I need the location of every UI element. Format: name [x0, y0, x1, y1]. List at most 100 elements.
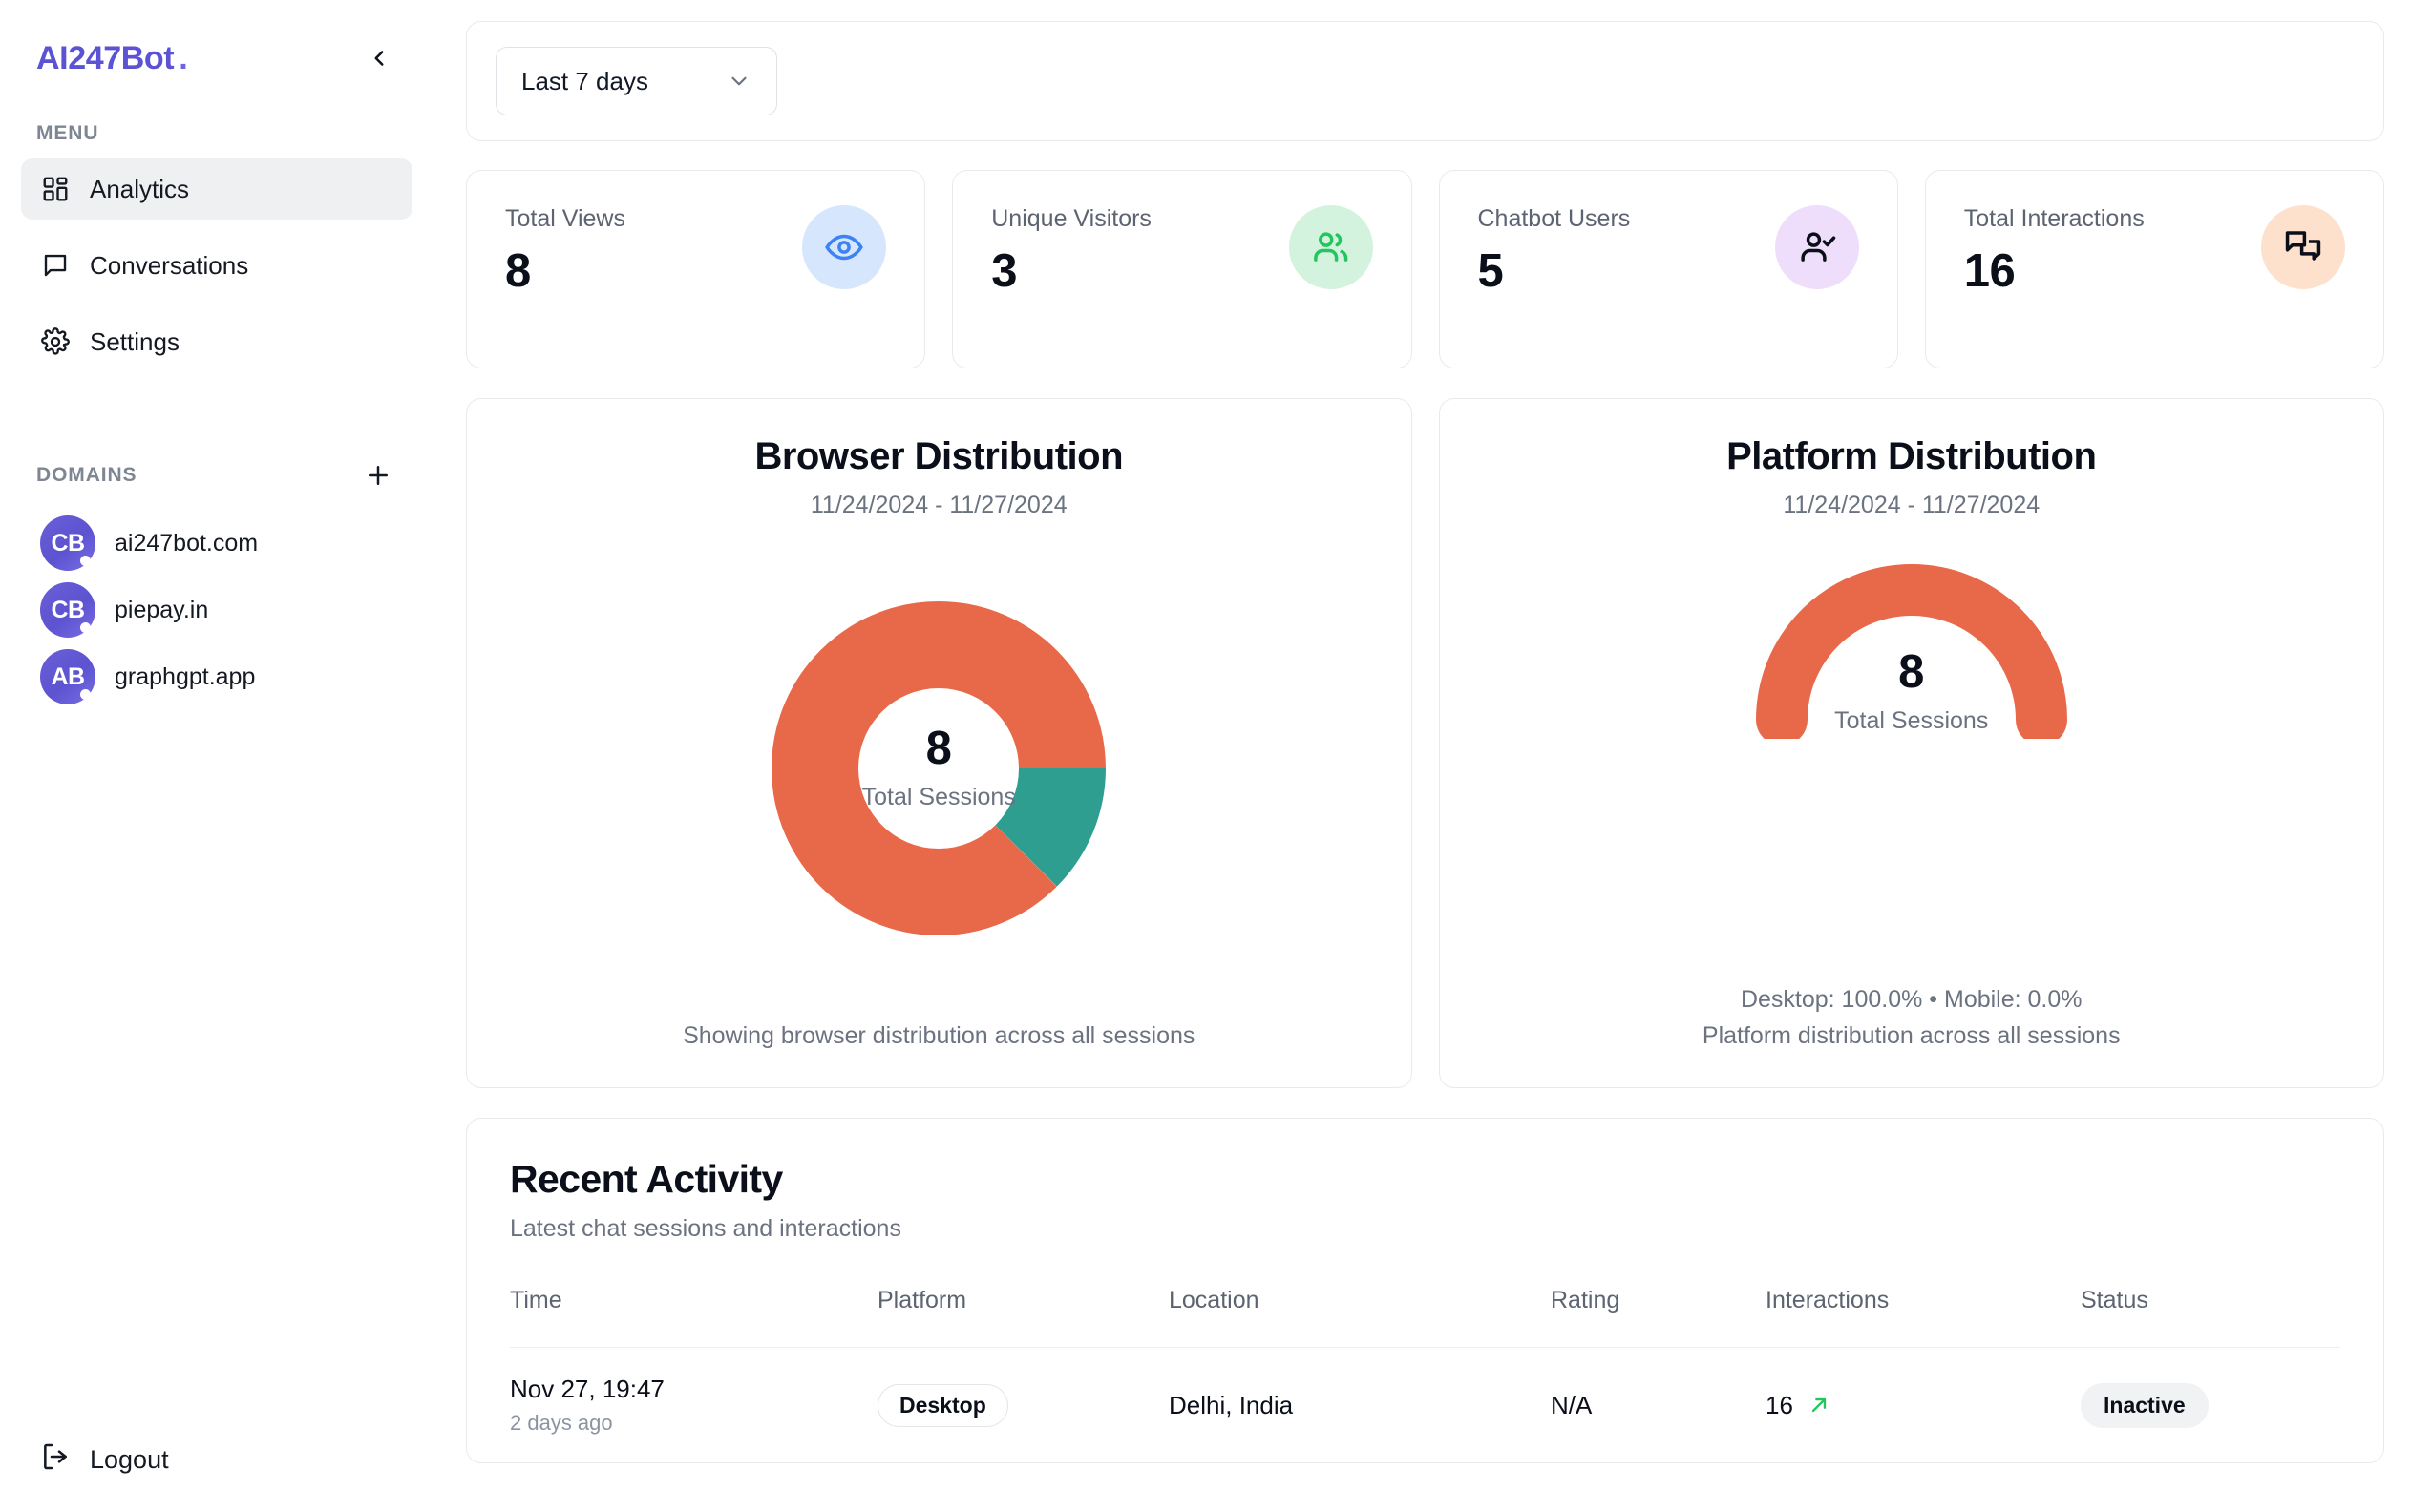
- brand-logo: AI247Bot .: [36, 40, 187, 77]
- donut-center-label: 8 Total Sessions: [772, 601, 1106, 935]
- platform-legend: Desktop: 100.0% • Mobile: 0.0%: [1703, 981, 2121, 1018]
- donut-chart: 8 Total Sessions: [496, 519, 1383, 1018]
- table-body: Nov 27, 19:47 2 days ago Desktop Delhi, …: [510, 1348, 2340, 1463]
- list-item[interactable]: CB piepay.in: [21, 577, 412, 643]
- donut-total-caption: Total Sessions: [862, 784, 1016, 811]
- gear-icon: [40, 326, 71, 357]
- stats-row: Total Views 8 Unique Visitors 3 Chat: [466, 170, 2384, 368]
- location-text: Delhi, India: [1169, 1391, 1293, 1419]
- avatar: AB: [40, 649, 95, 704]
- chevron-left-icon[interactable]: [361, 40, 397, 76]
- chart-date-range: 11/24/2024 - 11/27/2024: [1783, 492, 2040, 519]
- chart-title: Platform Distribution: [1726, 435, 2096, 478]
- list-item[interactable]: AB graphgpt.app: [21, 643, 412, 710]
- app-root: AI247Bot . MENU Analytics Conversations: [0, 0, 2411, 1512]
- charts-row: Browser Distribution 11/24/2024 - 11/27/…: [466, 398, 2384, 1088]
- cell-platform: Desktop: [878, 1348, 1169, 1463]
- sidebar-item-settings[interactable]: Settings: [21, 311, 412, 372]
- chart-date-range: 11/24/2024 - 11/27/2024: [811, 492, 1068, 519]
- plus-icon[interactable]: [359, 456, 397, 494]
- column-header-status: Status: [2081, 1287, 2340, 1348]
- chart-footer: Platform distribution across all session…: [1703, 1018, 2121, 1055]
- table-header-row: Time Platform Location Rating Interactio…: [510, 1287, 2340, 1348]
- eye-icon: [802, 205, 886, 289]
- stat-value: 8: [505, 248, 625, 295]
- gauge-chart: 8 Total Sessions: [1469, 519, 2356, 981]
- chevron-down-icon: [727, 69, 751, 94]
- avatar: CB: [40, 515, 95, 571]
- sidebar-nav: Analytics Conversations Settings: [0, 158, 434, 388]
- activity-subtitle: Latest chat sessions and interactions: [510, 1215, 2340, 1243]
- users-icon: [1289, 205, 1373, 289]
- donut-graphic: 8 Total Sessions: [772, 601, 1106, 935]
- gauge-total-caption: Total Sessions: [1834, 707, 1988, 735]
- menu-section-label: MENU: [0, 122, 434, 145]
- list-item[interactable]: CB ai247bot.com: [21, 510, 412, 577]
- date-range-value: Last 7 days: [521, 67, 648, 96]
- main-content: Last 7 days Total Views 8 Unique Visito: [434, 0, 2411, 1512]
- sidebar-item-label: Conversations: [90, 251, 248, 281]
- stat-label: Chatbot Users: [1478, 205, 1631, 233]
- arrow-up-right-icon: [1807, 1393, 1831, 1418]
- domain-list: CB ai247bot.com CB piepay.in AB graphgpt…: [0, 510, 434, 710]
- stat-label: Total Interactions: [1964, 205, 2145, 233]
- rating-text: N/A: [1551, 1391, 1592, 1419]
- grid-icon: [40, 174, 71, 204]
- gauge-center-label: 8 Total Sessions: [1749, 649, 2074, 735]
- browser-distribution-card: Browser Distribution 11/24/2024 - 11/27/…: [466, 398, 1412, 1088]
- status-badge: Inactive: [2081, 1383, 2209, 1428]
- platform-pill: Desktop: [878, 1384, 1008, 1427]
- sidebar-item-analytics[interactable]: Analytics: [21, 158, 412, 220]
- chat-bubbles-icon: [2261, 205, 2345, 289]
- session-time: Nov 27, 19:47: [510, 1375, 878, 1404]
- chart-title: Browser Distribution: [754, 435, 1123, 478]
- column-header-rating: Rating: [1551, 1287, 1766, 1348]
- cell-interactions: 16: [1766, 1348, 2081, 1463]
- chart-footer: Showing browser distribution across all …: [683, 1018, 1195, 1087]
- table-row[interactable]: Nov 27, 19:47 2 days ago Desktop Delhi, …: [510, 1348, 2340, 1463]
- column-header-interactions: Interactions: [1766, 1287, 2081, 1348]
- domains-section-label: DOMAINS: [36, 464, 137, 487]
- chat-bubble-icon: [40, 250, 71, 281]
- column-header-location: Location: [1169, 1287, 1551, 1348]
- stat-card-total-interactions: Total Interactions 16: [1925, 170, 2384, 368]
- gauge-graphic: 8 Total Sessions: [1749, 548, 2074, 739]
- domain-name: graphgpt.app: [115, 663, 255, 691]
- cell-time: Nov 27, 19:47 2 days ago: [510, 1348, 878, 1463]
- donut-total-value: 8: [926, 725, 952, 772]
- stat-value: 5: [1478, 248, 1631, 295]
- stat-card-chatbot-users: Chatbot Users 5: [1439, 170, 1898, 368]
- logout-icon: [40, 1441, 71, 1479]
- brand-dot: .: [179, 40, 187, 77]
- sidebar-item-conversations[interactable]: Conversations: [21, 235, 412, 296]
- recent-activity-card: Recent Activity Latest chat sessions and…: [466, 1118, 2384, 1463]
- domain-name: piepay.in: [115, 597, 208, 624]
- stat-card-total-views: Total Views 8: [466, 170, 925, 368]
- brand-name: AI247Bot: [36, 40, 174, 77]
- sidebar-header: AI247Bot .: [0, 0, 434, 88]
- session-time-ago: 2 days ago: [510, 1411, 878, 1436]
- avatar: CB: [40, 582, 95, 638]
- stat-value: 3: [991, 248, 1152, 295]
- platform-distribution-card: Platform Distribution 11/24/2024 - 11/27…: [1439, 398, 2385, 1088]
- domain-name: ai247bot.com: [115, 530, 258, 557]
- domains-section-header: DOMAINS: [0, 456, 434, 494]
- cell-location: Delhi, India: [1169, 1348, 1551, 1463]
- logout-button[interactable]: Logout: [21, 1430, 188, 1489]
- cell-status: Inactive: [2081, 1348, 2340, 1463]
- sidebar-item-label: Settings: [90, 327, 180, 357]
- date-range-select[interactable]: Last 7 days: [496, 47, 777, 116]
- interactions-count: 16: [1766, 1391, 1793, 1420]
- chart-footer-block: Desktop: 100.0% • Mobile: 0.0% Platform …: [1703, 981, 2121, 1088]
- stat-label: Unique Visitors: [991, 205, 1152, 233]
- interactions-group: 16: [1766, 1391, 2081, 1420]
- gauge-total-value: 8: [1898, 649, 1924, 696]
- sidebar-item-label: Analytics: [90, 175, 189, 204]
- cell-rating: N/A: [1551, 1348, 1766, 1463]
- user-check-icon: [1775, 205, 1859, 289]
- stat-value: 16: [1964, 248, 2145, 295]
- stat-card-unique-visitors: Unique Visitors 3: [952, 170, 1411, 368]
- stat-label: Total Views: [505, 205, 625, 233]
- activity-table: Time Platform Location Rating Interactio…: [510, 1287, 2340, 1462]
- sidebar: AI247Bot . MENU Analytics Conversations: [0, 0, 434, 1512]
